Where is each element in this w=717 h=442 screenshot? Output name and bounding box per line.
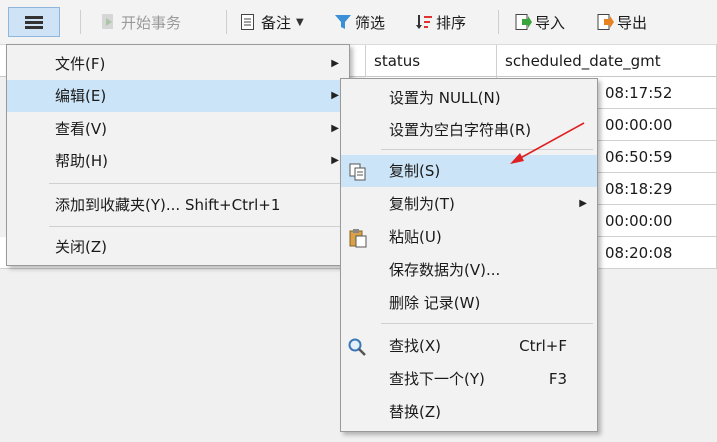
chevron-right-icon: ▶ [579,198,587,209]
filter-icon [334,13,351,31]
column-header-scheduled-date-gmt[interactable]: scheduled_date_gmt [497,45,717,77]
menu-item-close[interactable]: 关闭(Z) [7,231,349,263]
menu-item-copy[interactable]: 复制(S) [341,155,597,187]
chevron-right-icon: ▶ [331,58,339,69]
toolbar-separator [498,10,499,34]
menu-item-view[interactable]: 查看(V) ▶ [7,113,349,145]
memo-label: 备注 [261,13,292,32]
sort-button[interactable]: 排序 [415,8,466,36]
copy-icon [347,161,369,181]
hamburger-icon [25,15,43,29]
toolbar-separator [226,10,227,34]
paste-icon [347,227,369,248]
menu-item-set-empty-string[interactable]: 设置为空白字符串(R) [341,114,597,146]
edit-submenu: 设置为 NULL(N) 设置为空白字符串(R) 复制(S) 复制为(T) ▶ 粘… [340,78,598,432]
import-label: 导入 [535,13,566,32]
memo-button[interactable]: 备注 ▼ [240,8,304,36]
chevron-right-icon: ▶ [331,123,339,134]
filter-label: 筛选 [355,13,386,32]
export-icon [596,13,614,31]
menu-separator [381,323,593,324]
start-transaction-label: 开始事务 [121,13,182,32]
toolbar-separator [80,10,81,34]
column-header-status[interactable]: status [366,45,497,77]
chevron-right-icon: ▶ [331,90,339,101]
document-icon [240,13,256,31]
menu-item-paste[interactable]: 粘贴(U) [341,221,597,253]
menu-item-copy-as[interactable]: 复制为(T) ▶ [341,188,597,220]
main-menu: 文件(F) ▶ 编辑(E) ▶ 查看(V) ▶ 帮助(H) ▶ 添加到收藏夹(Y… [6,44,350,266]
chevron-right-icon: ▶ [331,155,339,166]
play-icon [100,13,116,31]
search-icon [347,336,369,356]
filter-button[interactable]: 筛选 [334,8,385,36]
menu-separator [381,149,593,150]
toolbar: 开始事务 备注 ▼ 筛选 排序 导入 导出 [0,0,717,45]
menu-item-find-next[interactable]: 查找下一个(Y) F3 [341,363,597,395]
menu-item-set-null[interactable]: 设置为 NULL(N) [341,82,597,114]
menu-item-replace[interactable]: 替换(Z) [341,396,597,428]
menu-item-add-to-favorites[interactable]: 添加到收藏夹(Y)... Shift+Ctrl+1 [7,189,349,221]
menu-item-find[interactable]: 查找(X) Ctrl+F [341,330,597,362]
menu-item-help[interactable]: 帮助(H) ▶ [7,145,349,177]
menu-separator [49,226,345,227]
menu-item-delete-record[interactable]: 删除 记录(W) [341,287,597,319]
start-transaction-button[interactable]: 开始事务 [100,8,181,36]
chevron-down-icon[interactable]: ▼ [296,17,304,28]
menu-item-save-data-as[interactable]: 保存数据为(V)... [341,254,597,286]
menu-item-edit[interactable]: 编辑(E) ▶ [7,80,349,112]
menu-item-file[interactable]: 文件(F) ▶ [7,48,349,80]
export-label: 导出 [617,13,648,32]
export-button[interactable]: 导出 [596,8,647,36]
sort-icon [415,13,432,31]
menu-separator [49,183,345,184]
import-icon [514,13,532,31]
main-menu-button[interactable] [8,7,60,37]
import-button[interactable]: 导入 [514,8,565,36]
sort-label: 排序 [436,13,467,32]
